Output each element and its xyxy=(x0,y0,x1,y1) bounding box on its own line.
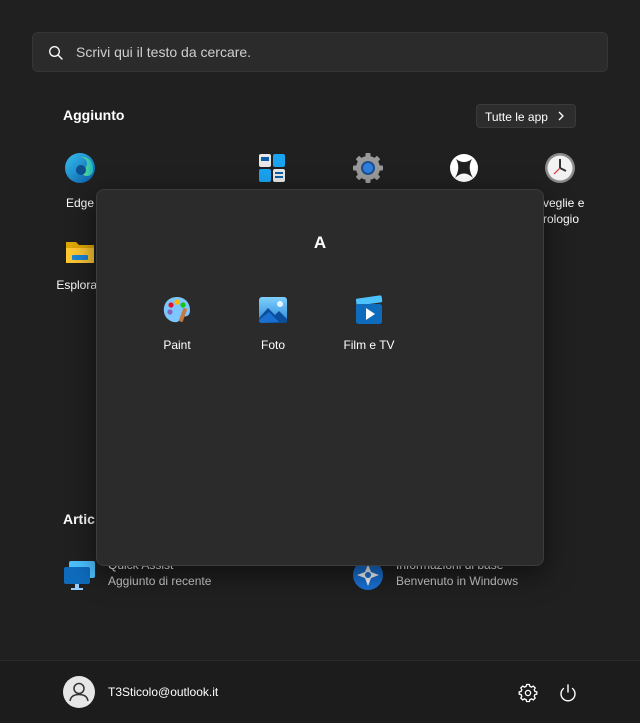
quick-assist-icon xyxy=(64,561,95,590)
folder-app-label: Foto xyxy=(260,338,285,352)
search-box[interactable]: Scrivi qui il testo da cercare. xyxy=(32,32,608,72)
search-icon xyxy=(49,46,63,60)
microsoft-store-icon xyxy=(259,154,285,182)
folder-app-paint[interactable]: Paint xyxy=(137,294,217,353)
clock-icon xyxy=(545,153,575,183)
pinned-app-label: veglie e rologio xyxy=(543,196,585,226)
power-button[interactable] xyxy=(552,677,584,709)
file-explorer-icon xyxy=(66,242,94,263)
search-placeholder: Scrivi qui il testo da cercare. xyxy=(76,44,252,60)
all-apps-label: Tutte le app xyxy=(485,110,548,124)
folder-app-label: Film e TV xyxy=(343,338,395,352)
power-icon xyxy=(560,684,576,702)
settings-button[interactable] xyxy=(512,677,544,709)
folder-app-film-tv[interactable]: Film e TV xyxy=(329,294,409,353)
folder-app-photos[interactable]: Foto xyxy=(233,294,313,353)
all-apps-button[interactable]: Tutte le app xyxy=(476,104,576,128)
folder-title: A xyxy=(313,233,327,252)
edge-icon xyxy=(65,153,95,183)
paint-icon xyxy=(163,297,190,323)
user-icon xyxy=(69,682,89,702)
film-tv-icon xyxy=(355,295,383,324)
recommended-title: Artic xyxy=(63,511,95,527)
avatar[interactable] xyxy=(63,676,95,708)
gear-icon xyxy=(518,683,538,703)
folder-app-label: Paint xyxy=(163,338,191,352)
chevron-right-icon xyxy=(558,111,564,121)
recommended-item-subtitle: Aggiunto di recente xyxy=(108,574,212,588)
photos-icon xyxy=(259,297,287,323)
bottom-bar: T3Sticolo@outlook.it xyxy=(0,660,640,723)
folder-popup: A Paint Foto Film e TV xyxy=(96,189,544,566)
settings-icon xyxy=(353,153,383,183)
xbox-icon xyxy=(450,154,478,182)
user-email[interactable]: T3Sticolo@outlook.it xyxy=(108,685,218,699)
pinned-title: Aggiunto xyxy=(63,107,125,123)
recommended-item-subtitle: Benvenuto in Windows xyxy=(396,574,519,588)
